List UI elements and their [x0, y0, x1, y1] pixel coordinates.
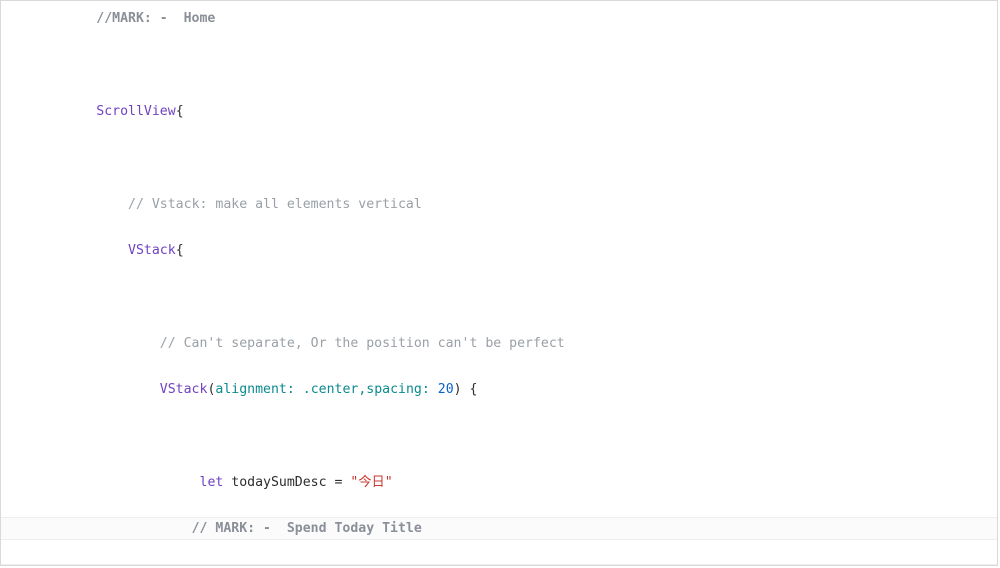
type-vstack: VStack: [128, 243, 176, 258]
comment: // Vstack: make all elements vertical: [128, 197, 422, 212]
mark-comment: //MARK: - Home: [96, 11, 215, 26]
code-line: let todaySumDesc = "今日": [1, 471, 997, 494]
enum-center: .center: [303, 382, 359, 397]
code-line: // Vstack: make all elements vertical: [1, 193, 997, 216]
code-line: Text("Spend Today"): [1, 564, 997, 566]
code-line: [1, 425, 997, 448]
kw-let: let: [200, 475, 224, 490]
type-scrollview: ScrollView: [96, 104, 175, 119]
mark-comment: // MARK: - Spend Today Title: [192, 521, 422, 536]
type-vstack: VStack: [160, 382, 208, 397]
code-line: //MARK: - Home: [1, 7, 997, 30]
code-editor[interactable]: //MARK: - Home ScrollView{ // Vstack: ma…: [0, 0, 998, 566]
code-block: //MARK: - Home ScrollView{ // Vstack: ma…: [1, 1, 997, 566]
var-todaysumdesc: todaySumDesc: [231, 475, 326, 490]
code-line: ScrollView{: [1, 100, 997, 123]
string-today: "今日": [350, 475, 392, 490]
comment: // Can't separate, Or the position can't…: [160, 336, 565, 351]
code-line: [1, 285, 997, 308]
code-line: [1, 53, 997, 76]
code-line: [1, 146, 997, 169]
code-line: // MARK: - Spend Today Title: [1, 517, 997, 540]
code-line: VStack{: [1, 239, 997, 262]
param-spacing: ,spacing:: [358, 382, 429, 397]
param-alignment: alignment:: [215, 382, 294, 397]
num-20: 20: [438, 382, 454, 397]
code-line: // Can't separate, Or the position can't…: [1, 332, 997, 355]
code-line: VStack(alignment: .center,spacing: 20) {: [1, 378, 997, 401]
